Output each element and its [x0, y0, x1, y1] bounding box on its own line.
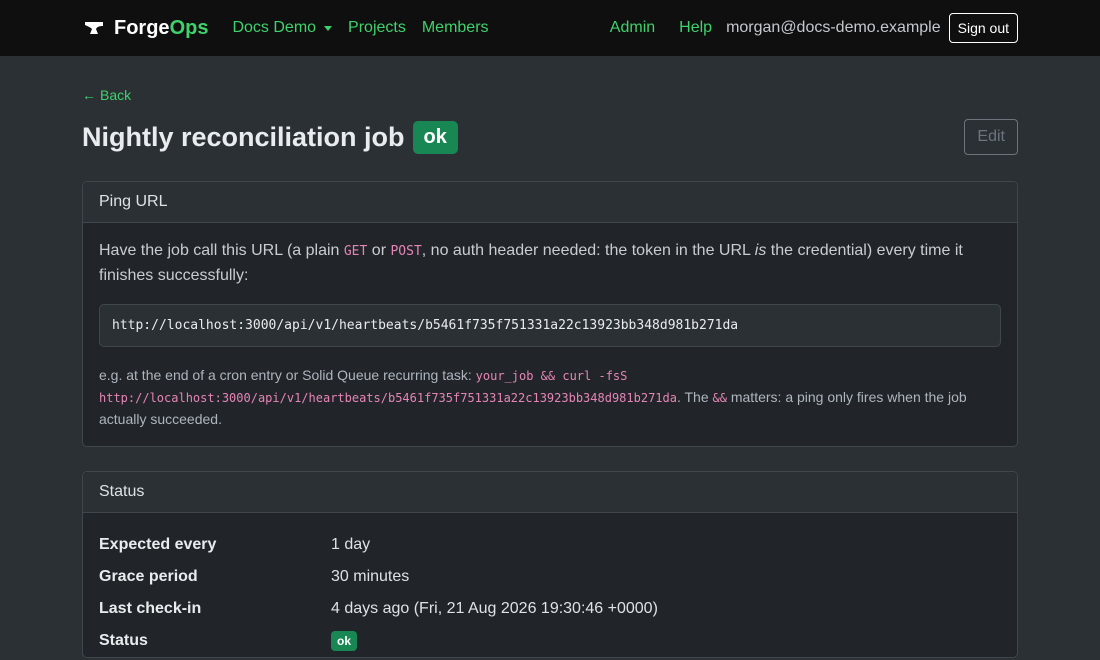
main-content: ← Back Nightly reconciliation job ok Edi… — [0, 56, 1100, 658]
status-value: 30 minutes — [331, 568, 410, 585]
anvil-icon — [85, 22, 103, 34]
brand-name-primary: Forge — [114, 16, 170, 39]
status-row-last-checkin: Last check-in 4 days ago (Fri, 21 Aug 20… — [99, 593, 1001, 625]
post-method-code: POST — [390, 244, 422, 259]
edit-button[interactable]: Edit — [964, 119, 1018, 155]
status-key: Status — [99, 632, 148, 649]
ping-instructions-text: , no auth header needed: the token in th… — [421, 242, 755, 259]
back-label: Back — [100, 87, 132, 103]
sign-out-button[interactable]: Sign out — [948, 13, 1018, 43]
org-menu-label: Docs Demo — [232, 19, 317, 36]
status-card-header: Status — [83, 472, 1017, 513]
nav-right-group: Admin Help morgan@docs-demo.example Sign… — [610, 13, 1018, 43]
user-email: morgan@docs-demo.example — [726, 19, 941, 36]
nav-projects-link[interactable]: Projects — [348, 19, 406, 37]
status-row-status: Status ok — [99, 625, 1001, 657]
hint-text: . The — [676, 389, 713, 405]
nav-help-link[interactable]: Help — [679, 19, 712, 37]
ping-url-card: Ping URL Have the job call this URL (a p… — [82, 181, 1018, 447]
ping-url-card-body: Have the job call this URL (a plain GET … — [83, 223, 1017, 446]
status-key: Expected every — [99, 536, 217, 553]
emphasis-is: is — [754, 242, 767, 259]
title-group: Nightly reconciliation job ok — [82, 120, 458, 154]
status-badge: ok — [412, 120, 458, 154]
nav-members-link[interactable]: Members — [422, 19, 489, 37]
status-value: 4 days ago (Fri, 21 Aug 2026 19:30:46 +0… — [331, 600, 658, 617]
brand-logo[interactable]: Forge Ops — [84, 17, 208, 40]
nav-admin-link[interactable]: Admin — [610, 19, 655, 37]
org-menu-dropdown[interactable]: Docs Demo — [232, 19, 333, 37]
status-row-grace: Grace period 30 minutes — [99, 561, 1001, 593]
status-value: 1 day — [331, 536, 371, 553]
get-method-code: GET — [343, 244, 368, 259]
status-card: Status Expected every 1 day Grace period… — [82, 471, 1018, 658]
chevron-down-icon — [324, 25, 333, 31]
status-row-expected: Expected every 1 day — [99, 529, 1001, 561]
brand-name-accent: Ops — [169, 16, 209, 39]
status-details: Expected every 1 day Grace period 30 min… — [83, 513, 1017, 657]
top-navbar: Forge Ops Docs Demo Projects Members Admi… — [0, 0, 1100, 56]
ping-usage-hint: e.g. at the end of a cron entry or Solid… — [99, 365, 1001, 430]
status-key: Last check-in — [99, 600, 202, 617]
back-link[interactable]: ← Back — [82, 87, 131, 103]
status-badge-small: ok — [331, 631, 358, 651]
ping-instructions-text: Have the job call this URL (a plain — [99, 242, 344, 259]
status-key: Grace period — [99, 568, 198, 585]
page-title: Nightly reconciliation job — [82, 121, 405, 152]
hint-amp-code: && — [712, 391, 727, 405]
ping-url-card-header: Ping URL — [83, 182, 1017, 223]
ping-url-value[interactable]: http://localhost:3000/api/v1/heartbeats/… — [99, 304, 1001, 347]
title-row: Nightly reconciliation job ok Edit — [82, 117, 1018, 157]
ping-instructions-text: or — [367, 242, 391, 259]
hint-text: e.g. at the end of a cron entry or Solid… — [99, 367, 476, 383]
ping-instructions: Have the job call this URL (a plain GET … — [99, 239, 1001, 288]
arrow-left-icon: ← — [82, 87, 96, 103]
